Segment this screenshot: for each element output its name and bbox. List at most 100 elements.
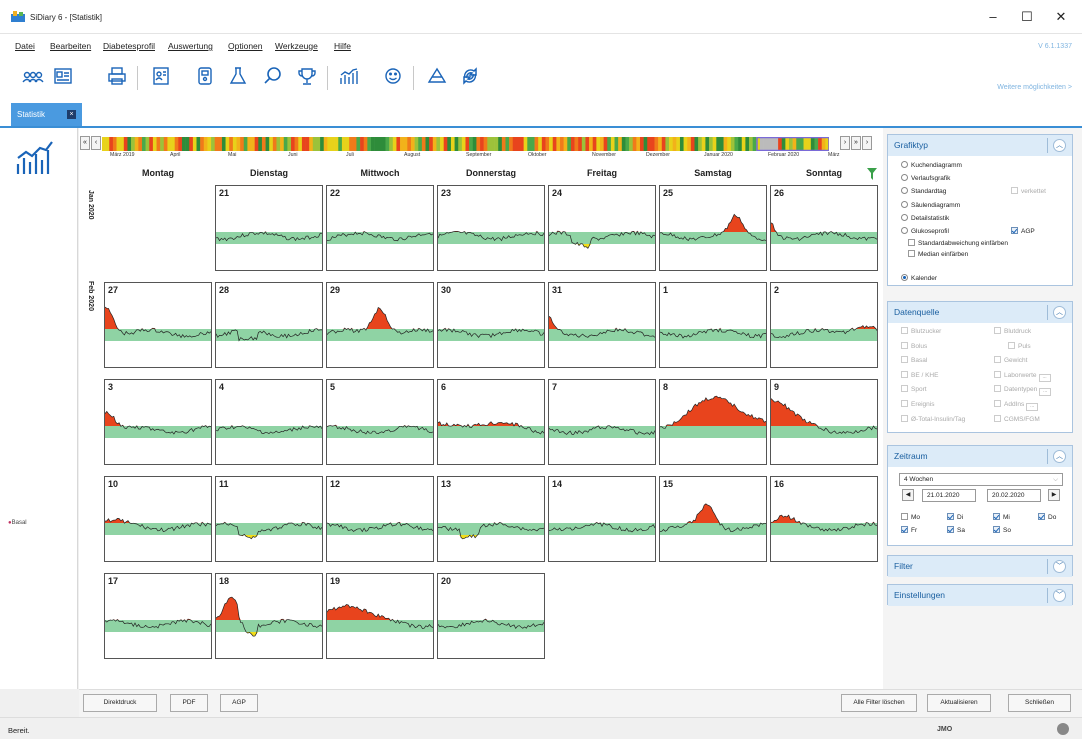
- datasource-checkbox[interactable]: Gewicht: [994, 356, 1027, 364]
- aktualisieren-button[interactable]: Aktualisieren: [927, 694, 991, 712]
- calendar-day-cell[interactable]: 26: [770, 185, 878, 271]
- agp-button[interactable]: AGP: [220, 694, 258, 712]
- calendar-day-cell[interactable]: 17: [104, 573, 212, 659]
- more-button[interactable]: ...: [1026, 403, 1039, 411]
- datasource-checkbox[interactable]: Blutdruck: [994, 327, 1031, 335]
- menu-optionen[interactable]: Optionen: [228, 41, 263, 51]
- calendar-day-cell[interactable]: 13: [437, 476, 545, 562]
- glucose-meter-icon[interactable]: [194, 65, 216, 91]
- grafiktyp-option[interactable]: Säulendiagramm: [901, 200, 960, 209]
- sync-icon[interactable]: [459, 65, 481, 91]
- datasource-checkbox[interactable]: Ø-Total-Insulin/Tag: [901, 414, 965, 423]
- timeline-fast-forward-button[interactable]: »: [851, 136, 861, 150]
- close-tab-icon[interactable]: ×: [67, 110, 76, 119]
- pdf-button[interactable]: PDF: [170, 694, 208, 712]
- timeline-next-button[interactable]: ›: [840, 136, 850, 150]
- datasource-checkbox[interactable]: AddIns...: [994, 400, 1039, 411]
- timeline-last-button[interactable]: ›: [862, 136, 872, 150]
- calendar-day-cell[interactable]: 22: [326, 185, 434, 271]
- weekday-checkbox[interactable]: So: [993, 526, 1011, 534]
- weekday-checkbox[interactable]: Fr: [901, 526, 917, 534]
- calendar-day-cell[interactable]: 21: [215, 185, 323, 271]
- calendar-day-cell[interactable]: 15: [659, 476, 767, 562]
- calendar-day-cell[interactable]: 11: [215, 476, 323, 562]
- more-options-link[interactable]: Weitere möglichkeiten >: [997, 84, 1072, 91]
- period-prev-button[interactable]: ◀: [902, 489, 914, 501]
- grafiktyp-option[interactable]: Kalender: [901, 274, 937, 282]
- filter-icon[interactable]: [867, 168, 877, 180]
- verkettet-checkbox[interactable]: verkettet: [1011, 187, 1046, 195]
- calendar-day-cell[interactable]: 23: [437, 185, 545, 271]
- menu-hilfe[interactable]: Hilfe: [334, 41, 351, 51]
- weekday-checkbox[interactable]: Mo: [901, 513, 920, 521]
- direktdruck-button[interactable]: Direktdruck: [83, 694, 157, 712]
- help-icon[interactable]: [1057, 723, 1069, 735]
- calendar-day-cell[interactable]: 12: [326, 476, 434, 562]
- calendar-day-cell[interactable]: 25: [659, 185, 767, 271]
- calendar-day-cell[interactable]: 19: [326, 573, 434, 659]
- menu-bearbeiten[interactable]: Bearbeiten: [50, 41, 91, 51]
- timeline-first-button[interactable]: «: [80, 136, 90, 150]
- datasource-checkbox[interactable]: Bolus: [901, 341, 927, 350]
- date-from-field[interactable]: 21.01.2020: [922, 489, 976, 502]
- date-to-field[interactable]: 20.02.2020: [987, 489, 1041, 502]
- weekday-checkbox[interactable]: Mi: [993, 513, 1010, 521]
- calendar-day-cell[interactable]: 6: [437, 379, 545, 465]
- datasource-checkbox[interactable]: Blutzucker: [901, 327, 941, 335]
- more-button[interactable]: ...: [1038, 373, 1051, 382]
- grafiktyp-option[interactable]: Glukoseprofil: [901, 227, 949, 235]
- timeline-prev-button[interactable]: ‹: [91, 136, 101, 150]
- period-select[interactable]: 4 Wochen ⌵: [899, 473, 1063, 486]
- calendar-day-cell[interactable]: 29: [326, 282, 434, 368]
- calendar-day-cell[interactable]: 3: [104, 379, 212, 465]
- patient-file-icon[interactable]: [150, 65, 172, 91]
- datasource-checkbox[interactable]: Datentypen...: [994, 385, 1052, 397]
- calendar-day-cell[interactable]: 2: [770, 282, 878, 368]
- grafiktyp-option[interactable]: Kuchendiagramm: [901, 161, 962, 169]
- calendar-day-cell[interactable]: 1: [659, 282, 767, 368]
- smiley-icon[interactable]: [382, 65, 404, 91]
- close-window-button[interactable]: ✕: [1046, 6, 1076, 28]
- calendar-day-cell[interactable]: 28: [215, 282, 323, 368]
- menu-werkzeuge[interactable]: Werkzeuge: [275, 41, 318, 51]
- datasource-checkbox[interactable]: BE / KHE: [901, 370, 938, 379]
- collapse-icon[interactable]: ︿: [1053, 306, 1066, 319]
- median-color-checkbox[interactable]: Median einfärben: [908, 250, 968, 258]
- timeline-heat-bar[interactable]: [102, 137, 829, 151]
- calendar-day-cell[interactable]: 30: [437, 282, 545, 368]
- trophy-icon[interactable]: [296, 65, 318, 91]
- std-color-checkbox[interactable]: Standardabweichung einfärben: [908, 239, 1008, 247]
- calendar-day-cell[interactable]: 9: [770, 379, 878, 465]
- calendar-day-cell[interactable]: 8: [659, 379, 767, 465]
- users-icon[interactable]: [22, 65, 44, 91]
- statistics-chart-icon[interactable]: [338, 65, 360, 91]
- grafiktyp-option[interactable]: Standardtag: [901, 187, 946, 195]
- collapse-icon[interactable]: ︿: [1053, 450, 1066, 463]
- lab-flask-icon[interactable]: [227, 65, 249, 91]
- calendar-day-cell[interactable]: 18: [215, 573, 323, 659]
- maximize-button[interactable]: ☐: [1012, 6, 1042, 28]
- period-next-button[interactable]: ▶: [1048, 489, 1060, 501]
- calendar-day-cell[interactable]: 10: [104, 476, 212, 562]
- zeitraum-header[interactable]: Zeitraum ︿: [888, 446, 1072, 467]
- datasource-checkbox[interactable]: Puls: [1008, 341, 1031, 350]
- expand-icon[interactable]: ﹀: [1053, 589, 1066, 602]
- calendar-day-cell[interactable]: 7: [548, 379, 656, 465]
- weekday-checkbox[interactable]: Do: [1038, 513, 1056, 521]
- minimize-button[interactable]: –: [978, 6, 1008, 28]
- calendar-day-cell[interactable]: 14: [548, 476, 656, 562]
- collapse-icon[interactable]: ︿: [1053, 139, 1066, 152]
- filter-header[interactable]: Filter ﹀: [888, 556, 1072, 577]
- menu-auswertung[interactable]: Auswertung: [168, 41, 213, 51]
- schliessen-button[interactable]: Schließen: [1008, 694, 1071, 712]
- more-button[interactable]: ...: [1039, 388, 1052, 397]
- datasource-checkbox[interactable]: Sport: [901, 385, 927, 393]
- calendar-day-cell[interactable]: 16: [770, 476, 878, 562]
- einstellungen-header[interactable]: Einstellungen ﹀: [888, 585, 1072, 606]
- calendar-day-cell[interactable]: 27: [104, 282, 212, 368]
- expand-icon[interactable]: ﹀: [1053, 560, 1066, 573]
- grafiktyp-option[interactable]: Detailstatistik: [901, 213, 949, 222]
- calendar-day-cell[interactable]: 20: [437, 573, 545, 659]
- weekday-checkbox[interactable]: Sa: [947, 526, 965, 534]
- alle-filter-loeschen-button[interactable]: Alle Filter löschen: [841, 694, 917, 712]
